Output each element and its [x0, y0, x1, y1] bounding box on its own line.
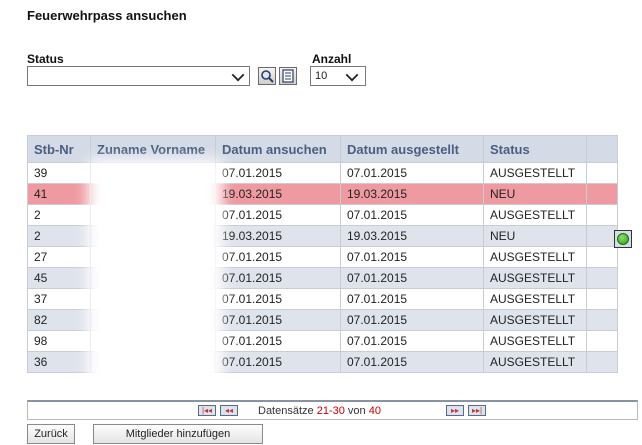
- list-button[interactable]: [279, 67, 297, 85]
- cell-datum-ansuchen: 07.01.2015: [215, 267, 341, 289]
- cell-datum-ausgestellt: 19.03.2015: [340, 225, 484, 247]
- cell-action: [586, 351, 618, 373]
- anzahl-label: Anzahl: [312, 52, 352, 66]
- chevron-down-icon: [231, 68, 245, 82]
- cell-datum-ausgestellt: 07.01.2015: [340, 351, 484, 373]
- magnifier-icon: [261, 70, 274, 83]
- cell-action: [586, 288, 618, 310]
- cell-stb-nr: 39: [27, 162, 91, 184]
- cell-datum-ausgestellt: 07.01.2015: [340, 309, 484, 331]
- cell-datum-ausgestellt: 19.03.2015: [340, 183, 484, 205]
- green-circle-icon: [617, 233, 629, 245]
- pagination-prefix: Datensätze: [258, 405, 317, 417]
- cell-datum-ausgestellt: 07.01.2015: [340, 330, 484, 352]
- chevron-down-icon: [345, 68, 359, 82]
- status-label: Status: [27, 52, 64, 66]
- add-members-button[interactable]: Mitglieder hinzufügen: [93, 424, 263, 444]
- column-header-datum-ansuchen[interactable]: Datum ansuchen: [215, 135, 341, 163]
- cell-datum-ausgestellt: 07.01.2015: [340, 267, 484, 289]
- cell-action: [586, 330, 618, 352]
- cell-status: AUSGESTELLT: [483, 288, 587, 310]
- anzahl-select-value: 10: [315, 70, 328, 82]
- cell-datum-ausgestellt: 07.01.2015: [340, 246, 484, 268]
- cell-datum-ansuchen: 07.01.2015: [215, 288, 341, 310]
- cell-status: NEU: [483, 225, 587, 247]
- cell-datum-ansuchen: 07.01.2015: [215, 162, 341, 184]
- back-button[interactable]: Zurück: [27, 424, 75, 444]
- cell-status: AUSGESTELLT: [483, 204, 587, 226]
- pagination-middle: von: [344, 405, 369, 417]
- cell-datum-ansuchen: 19.03.2015: [215, 225, 341, 247]
- pagination-total: 40: [368, 405, 381, 417]
- cell-stb-nr: 2: [27, 225, 91, 247]
- column-header-datum-ausgestellt[interactable]: Datum ausgestellt: [340, 135, 484, 163]
- cell-datum-ansuchen: 07.01.2015: [215, 309, 341, 331]
- cell-action: [586, 183, 618, 205]
- next-page-icon[interactable]: ▸▸: [446, 405, 464, 416]
- redacted-names-overlay: [88, 160, 222, 392]
- last-page-icon[interactable]: ▸▸|: [468, 405, 486, 416]
- cell-action: [586, 162, 618, 184]
- cell-stb-nr: 36: [27, 351, 91, 373]
- anzahl-select[interactable]: 10: [310, 66, 366, 86]
- pagination-text: Datensätze 21-30 von 40: [258, 405, 381, 417]
- cell-datum-ausgestellt: 07.01.2015: [340, 162, 484, 184]
- cell-status: AUSGESTELLT: [483, 246, 587, 268]
- cell-action: [586, 225, 618, 247]
- table-header-row: Stb-Nr Zuname Vorname Datum ansuchen Dat…: [27, 135, 618, 163]
- cell-stb-nr: 27: [27, 246, 91, 268]
- cell-stb-nr: 45: [27, 267, 91, 289]
- cell-status: AUSGESTELLT: [483, 309, 587, 331]
- cell-stb-nr: 98: [27, 330, 91, 352]
- column-header-status[interactable]: Status: [483, 135, 587, 163]
- cell-datum-ansuchen: 07.01.2015: [215, 351, 341, 373]
- cell-action: [586, 309, 618, 331]
- column-header-stb-nr[interactable]: Stb-Nr: [27, 135, 91, 163]
- cell-datum-ansuchen: 19.03.2015: [215, 183, 341, 205]
- column-header-action: [586, 135, 618, 163]
- column-header-name[interactable]: Zuname Vorname: [90, 135, 216, 163]
- search-button[interactable]: [258, 67, 276, 85]
- cell-stb-nr: 82: [27, 309, 91, 331]
- cell-status: AUSGESTELLT: [483, 267, 587, 289]
- cell-status: AUSGESTELLT: [483, 351, 587, 373]
- page-title: Feuerwehrpass ansuchen: [27, 8, 187, 23]
- cell-datum-ausgestellt: 07.01.2015: [340, 288, 484, 310]
- cell-status: NEU: [483, 183, 587, 205]
- cell-action: [586, 267, 618, 289]
- cell-stb-nr: 41: [27, 183, 91, 205]
- status-select[interactable]: [27, 66, 250, 86]
- cell-action: [586, 246, 618, 268]
- pagination-range: 21-30: [316, 405, 345, 417]
- list-icon: [282, 69, 294, 83]
- pagination-bar: |◂◂ ◂◂ Datensätze 21-30 von 40 ▸▸ ▸▸|: [27, 400, 638, 420]
- cell-action: [586, 204, 618, 226]
- cell-stb-nr: 2: [27, 204, 91, 226]
- cell-stb-nr: 37: [27, 288, 91, 310]
- cell-status: AUSGESTELLT: [483, 162, 587, 184]
- cell-datum-ausgestellt: 07.01.2015: [340, 204, 484, 226]
- cell-datum-ansuchen: 07.01.2015: [215, 246, 341, 268]
- cell-status: AUSGESTELLT: [483, 330, 587, 352]
- first-page-icon[interactable]: |◂◂: [198, 405, 216, 416]
- cell-datum-ansuchen: 07.01.2015: [215, 330, 341, 352]
- cell-datum-ansuchen: 07.01.2015: [215, 204, 341, 226]
- approve-button[interactable]: [614, 230, 632, 248]
- prev-page-icon[interactable]: ◂◂: [220, 405, 238, 416]
